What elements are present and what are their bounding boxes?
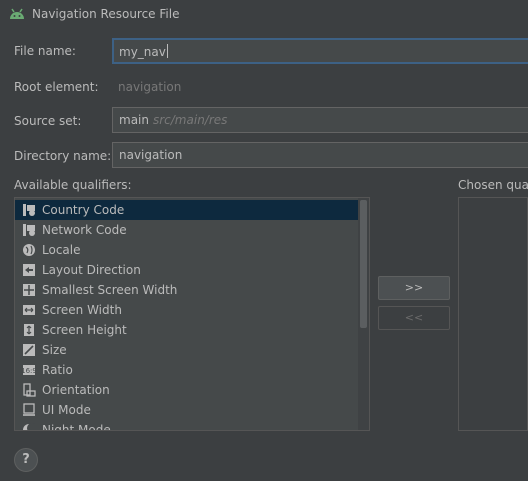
available-qualifiers-label: Available qualifiers:: [14, 178, 132, 192]
list-item-label: Network Code: [42, 223, 127, 237]
svg-text:16:9: 16:9: [22, 367, 36, 375]
ratio-icon: 16:9: [22, 363, 36, 377]
file-name-label: File name:: [14, 44, 76, 58]
list-item-label: Night Mode: [42, 423, 111, 431]
available-qualifiers-list[interactable]: Country Code Network Code Locale Layout …: [14, 197, 370, 431]
list-item-label: Orientation: [42, 383, 110, 397]
list-item-ui-mode[interactable]: UI Mode: [15, 400, 369, 420]
list-scrollbar-thumb[interactable]: [360, 200, 367, 328]
layout-direction-icon: [22, 263, 36, 277]
country-code-icon: [22, 203, 36, 217]
list-item-size[interactable]: Size: [15, 340, 369, 360]
help-button[interactable]: ?: [14, 448, 38, 472]
list-item-label: Country Code: [42, 203, 125, 217]
dialog-title: Navigation Resource File: [32, 7, 180, 21]
globe-icon: [22, 243, 36, 257]
list-item-label: Screen Height: [42, 323, 127, 337]
screen-width-icon: [22, 303, 36, 317]
list-item-label: Screen Width: [42, 303, 122, 317]
list-item-network-code[interactable]: Network Code: [15, 220, 369, 240]
file-name-input[interactable]: my_nav: [112, 38, 528, 64]
list-item-label: Layout Direction: [42, 263, 141, 277]
list-item-label: Ratio: [42, 363, 73, 377]
screen-height-icon: [22, 323, 36, 337]
android-icon: [8, 7, 26, 21]
source-set-hint: src/main/res: [152, 113, 228, 127]
remove-qualifier-button[interactable]: <<: [378, 306, 450, 330]
list-item-locale[interactable]: Locale: [15, 240, 369, 260]
chosen-qualifiers-list[interactable]: [458, 197, 528, 431]
list-item-layout-direction[interactable]: Layout Direction: [15, 260, 369, 280]
directory-name-input[interactable]: navigation: [112, 142, 528, 168]
source-set-select[interactable]: main src/main/res: [112, 107, 528, 133]
list-item-ratio[interactable]: 16:9 Ratio: [15, 360, 369, 380]
add-qualifier-button[interactable]: >>: [378, 276, 450, 300]
size-icon: [22, 343, 36, 357]
list-item-country-code[interactable]: Country Code: [15, 200, 369, 220]
directory-name-label: Directory name:: [14, 149, 112, 163]
list-item-smallest-screen-width[interactable]: Smallest Screen Width: [15, 280, 369, 300]
list-item-night-mode[interactable]: Night Mode: [15, 420, 369, 431]
source-set-label: Source set:: [14, 114, 82, 128]
source-set-value: main: [119, 113, 149, 127]
night-mode-icon: [22, 423, 36, 430]
orientation-icon: [22, 383, 36, 397]
list-item-label: Locale: [42, 243, 81, 257]
chosen-qualifiers-label: Chosen quali: [458, 178, 528, 192]
file-name-value: my_nav: [119, 45, 166, 59]
root-element-value: navigation: [118, 80, 182, 94]
list-item-screen-height[interactable]: Screen Height: [15, 320, 369, 340]
root-element-label: Root element:: [14, 80, 99, 94]
list-item-label: Smallest Screen Width: [42, 283, 178, 297]
smallest-width-icon: [22, 283, 36, 297]
list-item-orientation[interactable]: Orientation: [15, 380, 369, 400]
list-item-label: UI Mode: [42, 403, 91, 417]
network-code-icon: [22, 223, 36, 237]
directory-name-value: navigation: [119, 148, 183, 162]
list-item-screen-width[interactable]: Screen Width: [15, 300, 369, 320]
ui-mode-icon: [22, 403, 36, 417]
list-scrollbar[interactable]: [358, 198, 369, 430]
list-item-label: Size: [42, 343, 67, 357]
